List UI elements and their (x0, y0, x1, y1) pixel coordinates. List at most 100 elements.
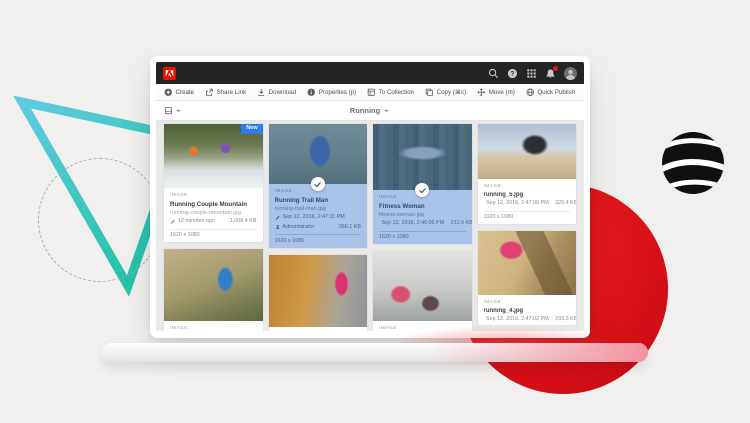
edited-text: Sep 12, 2016, 2:46:06 PM (382, 220, 445, 227)
selected-check-icon[interactable] (415, 183, 429, 197)
chevron-down-icon (383, 107, 390, 114)
edited-text: Sep 12, 2016, 2:47:11 PM (283, 214, 345, 221)
view-bar: Running (156, 101, 584, 121)
asset-edited-row: Sep 12, 2016, 2:47:09 PM329.4 KB (484, 200, 571, 207)
asset-user-row: Administrator266.1 KB (275, 224, 362, 231)
asset-card-info: IMAGE (164, 321, 263, 331)
toolbar-create[interactable]: Create (164, 88, 194, 97)
info-circle-icon (307, 88, 316, 97)
selection-overlay (269, 124, 368, 184)
laptop-screen: ? Create Share Link Download Properties (p)… (150, 56, 590, 338)
asset-thumbnail (373, 251, 472, 321)
new-badge: New (241, 124, 262, 134)
asset-title: Fitness Woman (379, 203, 466, 210)
asset-thumbnail (373, 124, 472, 190)
bell-icon[interactable] (545, 68, 556, 79)
asset-title: Running Trail Man (275, 197, 362, 204)
asset-action-toolbar: Create Share Link Download Properties (p) To… (156, 84, 584, 101)
asset-filename: running_4.jpg (484, 308, 571, 314)
edited-text: 12 minutes ago (178, 218, 215, 225)
folder-title-dropdown[interactable]: Running (156, 106, 584, 115)
asset-card-running-4[interactable]: IMAGErunning_4.jpgSep 12, 2016, 2:47:02 … (477, 230, 578, 326)
collection-icon (367, 88, 376, 97)
toolbar-download[interactable]: Download (257, 88, 296, 97)
asset-thumbnail (164, 249, 263, 321)
asset-card-mountain-trail-runner[interactable]: IMAGE (163, 248, 264, 331)
asset-card-running-1[interactable]: IMAGErunning_1.jpg (268, 254, 369, 332)
pencil-icon (275, 215, 281, 221)
asset-card-info: IMAGERunning Couple Mountainrunning-coup… (164, 188, 263, 242)
asset-title: Running Couple Mountain (170, 201, 257, 208)
laptop-base (102, 343, 648, 362)
toolbar-label: Download (269, 89, 297, 96)
toolbar-to-collection[interactable]: To Collection (367, 88, 414, 97)
asset-edited-row: Sep 12, 2016, 2:46:06 PM212.6 KB (379, 220, 466, 227)
asset-card-info: IMAGEFitness Womanfitness-woman.jpgSep 1… (373, 190, 472, 244)
asset-card-fitness-woman[interactable]: IMAGEFitness Womanfitness-woman.jpgSep 1… (372, 123, 473, 245)
asset-column: IMAGERunning Trail Manrunning-trail-man.… (268, 123, 369, 331)
svg-text:?: ? (511, 70, 515, 77)
asset-card-running-couple-mountain[interactable]: New IMAGERunning Couple Mountainrunning-c… (163, 123, 264, 243)
top-bar-actions: ? (488, 67, 577, 80)
user-avatar[interactable] (564, 67, 577, 80)
asset-column: NewIMAGERunning Couple Mountainrunning-c… (163, 123, 264, 331)
asset-card-info: IMAGERunning Trail Manrunning-trail-man.… (269, 184, 368, 248)
selection-overlay (373, 124, 472, 190)
asset-filename: running-trail-man.jpg (275, 206, 362, 212)
asset-thumbnail: New (164, 124, 263, 188)
asset-type-label: IMAGE (379, 326, 466, 331)
help-icon[interactable]: ? (507, 68, 518, 79)
toolbar-label: Copy (⌘c) (437, 89, 467, 96)
asset-column: IMAGE Fitness Woman fitness-woman.jpg Sep 1… (372, 123, 473, 331)
asset-card-running-3[interactable]: IMAGErunning_3.jpg (372, 250, 473, 331)
asset-filename: running_5.jpg (484, 192, 571, 198)
selected-check-icon[interactable] (311, 177, 325, 191)
asset-card-info: IMAGErunning_1.jpg (269, 327, 368, 332)
toolbar-label: To Collection (379, 89, 414, 96)
asset-dimensions: 1620 x 1080 (379, 231, 466, 243)
card-view-icon (164, 106, 173, 115)
adobe-logo[interactable] (163, 67, 176, 80)
asset-card-running-trail-man[interactable]: IMAGERunning Trail Manrunning-trail-man.… (268, 123, 369, 249)
asset-edited-row: Sep 12, 2016, 2:47:02 PM293.3 KB (484, 316, 571, 323)
asset-card-running-5[interactable]: IMAGErunning_5.jpgSep 12, 2016, 2:47:09 … (477, 123, 578, 225)
asset-thumbnail (478, 124, 577, 179)
app-top-bar: ? (156, 62, 584, 84)
asset-type-label: IMAGE (170, 326, 257, 331)
apps-grid-icon[interactable] (526, 68, 537, 79)
toolbar-label: Quick Publish (537, 89, 575, 96)
view-switcher[interactable] (164, 106, 182, 115)
toolbar-properties-p[interactable]: Properties (p) (307, 88, 356, 97)
marketing-hero-scene: ? Create Share Link Download Properties (p)… (0, 0, 750, 423)
asset-card-grid: NewIMAGERunning Couple Mountainrunning-c… (156, 121, 584, 331)
toolbar-label: Properties (p) (319, 89, 356, 96)
pencil-icon (170, 219, 176, 225)
toolbar-copy-c[interactable]: Copy (⌘c) (425, 88, 466, 97)
asset-filename: fitness-woman.jpg (379, 212, 466, 218)
asset-dimensions: 1920 x 1080 (484, 211, 571, 223)
copy-icon (425, 88, 434, 97)
asset-filename: running-couple-mountain.jpg (170, 210, 257, 216)
search-icon[interactable] (488, 68, 499, 79)
toolbar-quick-publish[interactable]: Quick Publish (526, 88, 575, 97)
dashed-circle-decoration (38, 158, 162, 282)
move-icon (477, 88, 486, 97)
asset-column: IMAGErunning_5.jpgSep 12, 2016, 2:47:09 … (477, 123, 578, 326)
asset-edited-row: Sep 12, 2016, 2:47:11 PM (275, 214, 362, 221)
asset-size: 1,008.4 KB (226, 218, 257, 225)
asset-card-info: IMAGErunning_5.jpgSep 12, 2016, 2:47:09 … (478, 179, 577, 224)
asset-size: 212.6 KB (447, 220, 472, 227)
toolbar-share-link[interactable]: Share Link (205, 88, 246, 97)
asset-card-info: IMAGErunning_4.jpgSep 12, 2016, 2:47:02 … (478, 295, 577, 325)
edited-text: Sep 12, 2016, 2:47:09 PM (486, 200, 549, 207)
toolbar-move-m[interactable]: Move (m) (477, 88, 515, 97)
globe-icon (526, 88, 535, 97)
asset-card-info: IMAGErunning_3.jpg (373, 321, 472, 331)
toolbar-label: Share Link (217, 89, 247, 96)
asset-thumbnail (269, 124, 368, 184)
folder-title: Running (350, 106, 380, 115)
share-icon (205, 88, 214, 97)
notification-badge (553, 66, 558, 71)
user-text: Administrator (283, 224, 315, 231)
download-icon (257, 88, 266, 97)
